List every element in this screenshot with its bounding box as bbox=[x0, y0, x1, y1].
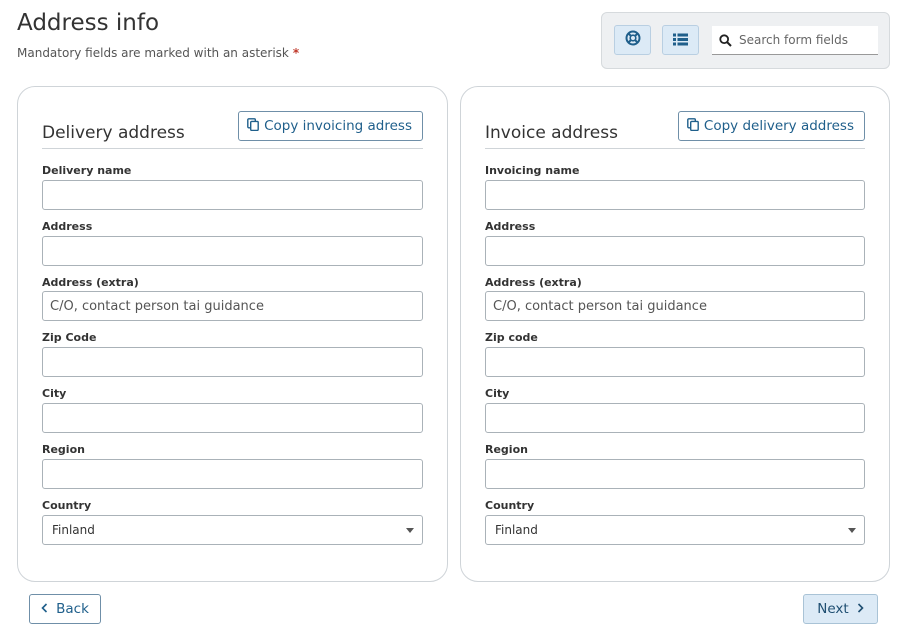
invoice-city-input[interactable] bbox=[485, 403, 865, 433]
chevron-down-icon bbox=[848, 528, 856, 533]
invoice-city-label: City bbox=[485, 387, 510, 400]
invoice-panel-header: Invoice address Copy delivery address bbox=[485, 111, 865, 149]
page-title: Address info bbox=[17, 10, 160, 36]
delivery-address-extra-label: Address (extra) bbox=[42, 276, 139, 289]
next-button[interactable]: Next bbox=[803, 594, 878, 624]
chevron-down-icon bbox=[406, 528, 414, 533]
delivery-name-input[interactable] bbox=[42, 180, 423, 210]
mandatory-note: Mandatory fields are marked with an aste… bbox=[17, 46, 299, 60]
delivery-address-label: Address bbox=[42, 220, 93, 233]
chevron-right-icon bbox=[857, 601, 864, 617]
list-icon bbox=[673, 31, 688, 50]
invoicing-name-input[interactable] bbox=[485, 180, 865, 210]
delivery-address-extra-input[interactable] bbox=[42, 291, 423, 321]
delivery-address-panel: Delivery address Copy invoicing adress D… bbox=[17, 86, 448, 582]
copy-delivery-address-label: Copy delivery address bbox=[703, 118, 854, 134]
search-field bbox=[712, 26, 878, 55]
delivery-country-label: Country bbox=[42, 499, 92, 512]
invoice-address-input[interactable] bbox=[485, 236, 865, 266]
invoice-country-select[interactable]: Finland bbox=[485, 515, 865, 545]
invoice-address-panel: Invoice address Copy delivery address In… bbox=[460, 86, 890, 582]
invoice-address-extra-input[interactable] bbox=[485, 291, 865, 321]
delivery-country-value: Finland bbox=[52, 523, 95, 537]
delivery-region-input[interactable] bbox=[42, 459, 423, 489]
invoice-address-extra-label: Address (extra) bbox=[485, 276, 582, 289]
invoice-region-label: Region bbox=[485, 443, 528, 456]
invoice-zip-label: Zip code bbox=[485, 331, 538, 344]
back-button-label: Back bbox=[56, 601, 89, 617]
invoice-country-label: Country bbox=[485, 499, 535, 512]
delivery-name-label: Delivery name bbox=[42, 164, 132, 177]
search-input[interactable] bbox=[739, 33, 869, 47]
delivery-panel-title: Delivery address bbox=[42, 123, 185, 143]
delivery-zip-input[interactable] bbox=[42, 347, 423, 377]
search-icon bbox=[719, 33, 733, 47]
invoice-country-value: Finland bbox=[495, 523, 538, 537]
next-button-label: Next bbox=[817, 601, 849, 617]
invoicing-name-label: Invoicing name bbox=[485, 164, 580, 177]
delivery-panel-header: Delivery address Copy invoicing adress bbox=[42, 111, 423, 149]
delivery-city-label: City bbox=[42, 387, 67, 400]
delivery-country-select[interactable]: Finland bbox=[42, 515, 423, 545]
copy-icon bbox=[247, 117, 259, 135]
copy-icon bbox=[687, 117, 699, 135]
copy-invoicing-address-button[interactable]: Copy invoicing adress bbox=[238, 111, 423, 141]
invoice-zip-input[interactable] bbox=[485, 347, 865, 377]
mandatory-note-text: Mandatory fields are marked with an aste… bbox=[17, 46, 289, 60]
chevron-left-icon bbox=[41, 601, 48, 617]
lifebuoy-icon bbox=[625, 30, 641, 50]
delivery-region-label: Region bbox=[42, 443, 85, 456]
copy-invoicing-address-label: Copy invoicing adress bbox=[264, 118, 412, 134]
list-view-button[interactable] bbox=[662, 25, 699, 55]
delivery-zip-label: Zip Code bbox=[42, 331, 97, 344]
form-toolbar bbox=[601, 12, 890, 69]
delivery-address-input[interactable] bbox=[42, 236, 423, 266]
delivery-city-input[interactable] bbox=[42, 403, 423, 433]
copy-delivery-address-button[interactable]: Copy delivery address bbox=[677, 111, 865, 141]
asterisk-marker: * bbox=[292, 46, 300, 60]
help-button[interactable] bbox=[614, 25, 651, 55]
invoice-panel-title: Invoice address bbox=[485, 123, 618, 143]
back-button[interactable]: Back bbox=[29, 594, 101, 624]
invoice-address-label: Address bbox=[485, 220, 536, 233]
invoice-region-input[interactable] bbox=[485, 459, 865, 489]
